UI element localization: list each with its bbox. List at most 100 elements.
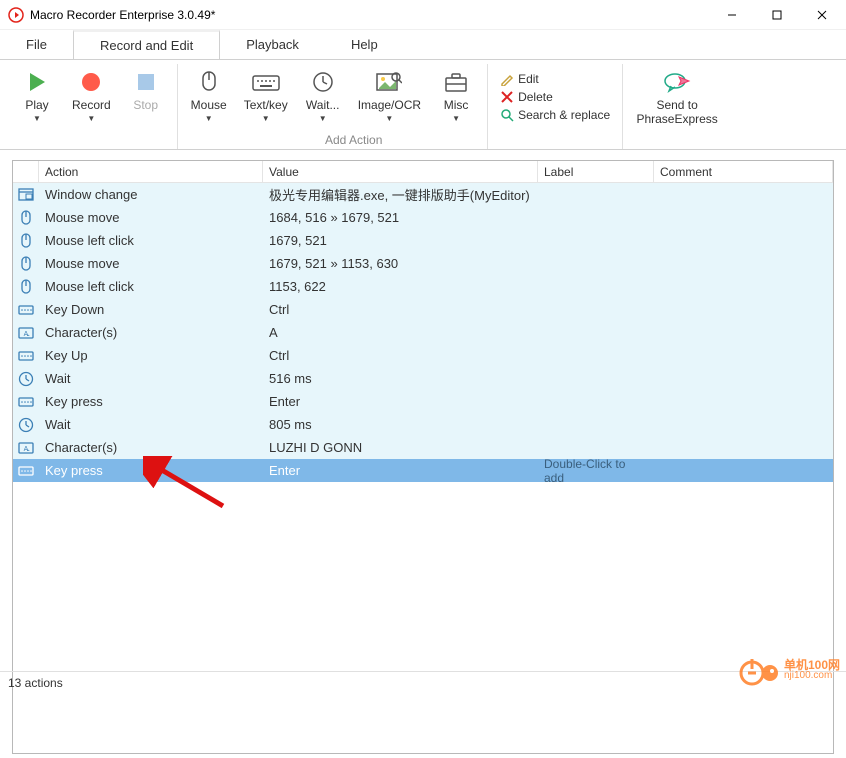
row-label: Double-Click to add	[538, 459, 654, 482]
stop-icon	[135, 68, 157, 96]
close-button[interactable]	[799, 1, 844, 29]
row-value: Enter	[263, 390, 538, 413]
mouse-icon	[198, 68, 220, 96]
row-type-icon	[13, 252, 39, 275]
row-type-icon	[13, 183, 39, 206]
row-comment	[654, 252, 833, 275]
menu-file[interactable]: File	[0, 30, 73, 59]
row-comment	[654, 436, 833, 459]
row-label	[538, 321, 654, 344]
row-type-icon	[13, 367, 39, 390]
row-value: 极光专用编辑器.exe, 一键排版助手(MyEditor)	[263, 183, 538, 206]
table-row[interactable]: A꜡ Character(s)LUZHI D GONN	[13, 436, 833, 459]
image-icon	[376, 68, 402, 96]
textkey-button[interactable]: Text/key ▼	[236, 64, 296, 149]
table-row[interactable]: Wait805 ms	[13, 413, 833, 436]
column-header-label[interactable]: Label	[538, 161, 654, 182]
record-icon	[79, 68, 103, 96]
row-action: Mouse move	[39, 252, 263, 275]
row-comment	[654, 298, 833, 321]
row-comment	[654, 367, 833, 390]
app-icon	[8, 7, 24, 23]
row-value: Enter	[263, 459, 538, 482]
menubar: File Record and Edit Playback Help	[0, 30, 846, 60]
table-row[interactable]: Mouse left click1153, 622	[13, 275, 833, 298]
play-icon	[25, 68, 49, 96]
table-row[interactable]: Key pressEnterDouble-Click to add	[13, 459, 833, 482]
column-header-action[interactable]: Action	[39, 161, 263, 182]
row-type-icon	[13, 206, 39, 229]
play-button[interactable]: Play ▼	[10, 64, 64, 149]
row-value: 1679, 521 » 1153, 630	[263, 252, 538, 275]
pencil-icon	[500, 72, 514, 86]
group-label-add-action: Add Action	[325, 133, 382, 147]
svg-text:A꜡: A꜡	[24, 446, 31, 453]
table-header-row: Action Value Label Comment	[13, 161, 833, 183]
row-action: Key Down	[39, 298, 263, 321]
row-comment	[654, 459, 833, 482]
column-header-comment[interactable]: Comment	[654, 161, 833, 182]
row-type-icon	[13, 413, 39, 436]
table-row[interactable]: Key UpCtrl	[13, 344, 833, 367]
row-type-icon	[13, 229, 39, 252]
row-action: Character(s)	[39, 436, 263, 459]
row-value: Ctrl	[263, 344, 538, 367]
table-row[interactable]: Window change极光专用编辑器.exe, 一键排版助手(MyEdito…	[13, 183, 833, 206]
row-comment	[654, 275, 833, 298]
minimize-button[interactable]	[709, 1, 754, 29]
dropdown-arrow-icon: ▼	[385, 114, 393, 123]
column-header-value[interactable]: Value	[263, 161, 538, 182]
row-value: 516 ms	[263, 367, 538, 390]
row-label	[538, 206, 654, 229]
stop-button[interactable]: Stop	[119, 64, 173, 149]
row-value: A	[263, 321, 538, 344]
keyboard-icon	[252, 68, 280, 96]
row-label	[538, 413, 654, 436]
statusbar: 13 actions	[0, 671, 846, 693]
table-row[interactable]: Key pressEnter	[13, 390, 833, 413]
phraseexpress-icon	[663, 68, 691, 96]
table-row[interactable]: Key DownCtrl	[13, 298, 833, 321]
menu-playback[interactable]: Playback	[220, 30, 325, 59]
table-row[interactable]: Wait516 ms	[13, 367, 833, 390]
row-comment	[654, 206, 833, 229]
row-label	[538, 229, 654, 252]
row-label	[538, 344, 654, 367]
delete-menu-item[interactable]: Delete	[496, 88, 614, 106]
row-value: LUZHI D GONN	[263, 436, 538, 459]
menu-help[interactable]: Help	[325, 30, 404, 59]
row-type-icon	[13, 275, 39, 298]
dropdown-arrow-icon: ▼	[87, 114, 95, 123]
table-row[interactable]: Mouse left click1679, 521	[13, 229, 833, 252]
table-row[interactable]: Mouse move1684, 516 » 1679, 521	[13, 206, 833, 229]
edit-menu-item[interactable]: Edit	[496, 70, 614, 88]
maximize-button[interactable]	[754, 1, 799, 29]
menu-record-and-edit[interactable]: Record and Edit	[73, 30, 220, 59]
misc-button[interactable]: Misc ▼	[429, 64, 483, 149]
send-to-phraseexpress-button[interactable]: Send toPhraseExpress	[627, 64, 727, 149]
row-action: Wait	[39, 413, 263, 436]
row-action: Key Up	[39, 344, 263, 367]
record-button[interactable]: Record ▼	[64, 64, 119, 149]
dropdown-arrow-icon: ▼	[205, 114, 213, 123]
row-label	[538, 183, 654, 206]
window-controls	[709, 1, 844, 29]
status-actions-count: 13 actions	[8, 676, 63, 690]
row-value: 805 ms	[263, 413, 538, 436]
svg-text:A꜡: A꜡	[24, 331, 31, 338]
row-comment	[654, 390, 833, 413]
row-label	[538, 298, 654, 321]
row-type-icon	[13, 390, 39, 413]
row-action: Mouse left click	[39, 275, 263, 298]
search-replace-menu-item[interactable]: Search & replace	[496, 106, 614, 124]
search-icon	[500, 108, 514, 122]
row-comment	[654, 183, 833, 206]
row-action: Key press	[39, 390, 263, 413]
clock-icon	[312, 68, 334, 96]
table-row[interactable]: Mouse move1679, 521 » 1153, 630	[13, 252, 833, 275]
titlebar: Macro Recorder Enterprise 3.0.49*	[0, 0, 846, 30]
mouse-button[interactable]: Mouse ▼	[182, 64, 236, 149]
table-row[interactable]: A꜡Character(s)A	[13, 321, 833, 344]
row-value: 1679, 521	[263, 229, 538, 252]
row-comment	[654, 344, 833, 367]
